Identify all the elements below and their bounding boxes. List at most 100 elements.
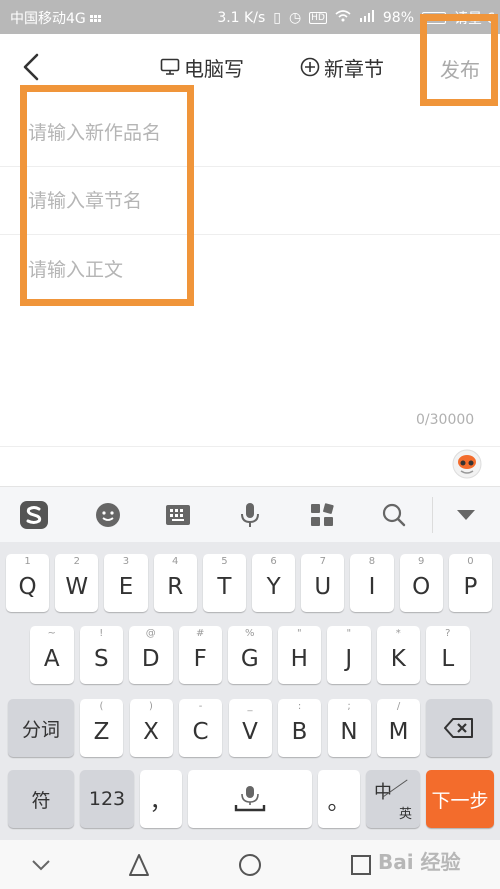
key-v[interactable]: _ V — [228, 699, 272, 757]
pc-write-button[interactable]: 电脑写 — [160, 54, 244, 81]
key-hint: / — [396, 701, 401, 712]
key-hint: 6 — [270, 556, 277, 567]
key-j[interactable]: " J — [327, 626, 371, 684]
key-hint: ) — [149, 701, 153, 712]
fenci-key[interactable]: 分词 — [8, 699, 74, 757]
back-triangle-icon[interactable] — [126, 852, 152, 878]
key-label: V — [242, 719, 258, 745]
collapse-keyboard-icon[interactable] — [450, 499, 482, 531]
sogou-logo-icon[interactable] — [18, 499, 50, 531]
key-hint: ? — [445, 628, 451, 639]
wifi-icon — [335, 10, 351, 26]
key-hint: 9 — [418, 556, 425, 567]
apps-grid-icon[interactable] — [306, 499, 338, 531]
highlight-box-publish — [420, 14, 498, 106]
key-r[interactable]: 4R — [153, 554, 197, 612]
key-e[interactable]: 3E — [104, 554, 148, 612]
key-label: G — [240, 646, 259, 672]
key-d[interactable]: @ D — [129, 626, 173, 684]
symbol-key[interactable]: 符 — [8, 770, 74, 828]
keyboard-toolbar — [0, 486, 500, 542]
key-label: P — [463, 574, 478, 600]
key-hint: " — [346, 628, 352, 639]
keyboard-switch-icon[interactable] — [162, 499, 194, 531]
language-switch-key[interactable]: 中 英 — [366, 770, 420, 828]
key-o[interactable]: 9O — [399, 554, 443, 612]
key-hint: 3 — [122, 556, 130, 567]
key-z[interactable]: (Z — [80, 699, 123, 757]
key-hint: 8 — [368, 556, 376, 567]
key-label: D — [141, 646, 160, 672]
space-mic-icon — [234, 786, 266, 812]
battery-percent: 98% — [382, 10, 414, 26]
chevron-left-icon — [23, 53, 39, 81]
key-label: J — [345, 646, 353, 672]
key-label: L — [441, 646, 455, 672]
key-q[interactable]: 1Q — [6, 554, 50, 612]
alarm-icon: ◷ — [288, 10, 302, 26]
hd-icon: HD — [309, 12, 327, 24]
recents-square-icon[interactable] — [348, 852, 374, 878]
key-label: S — [93, 646, 109, 672]
pc-write-label: 电脑写 — [184, 56, 244, 81]
backspace-key[interactable] — [426, 699, 492, 757]
key-label: Q — [18, 574, 37, 600]
key-hint: 4 — [172, 556, 179, 567]
next-step-key[interactable]: 下一步 — [426, 770, 494, 828]
key-s[interactable]: ! S — [79, 626, 123, 684]
hide-keyboard-icon[interactable] — [28, 852, 54, 878]
key-label: I — [368, 574, 376, 600]
key-b[interactable]: :B — [278, 699, 321, 757]
key-l[interactable]: ? L — [426, 626, 470, 684]
key-hint: 7 — [319, 556, 326, 567]
key-hint: 0 — [467, 556, 474, 567]
key-k[interactable]: * K — [376, 626, 420, 684]
space-key[interactable] — [188, 770, 312, 828]
key-x[interactable]: ) X — [129, 699, 173, 757]
key-label: A — [43, 646, 60, 672]
home-circle-icon[interactable] — [237, 852, 263, 878]
key-label: C — [192, 719, 209, 745]
key-w[interactable]: 2W — [55, 554, 99, 612]
divider — [0, 446, 500, 447]
number-key[interactable]: 123 — [80, 770, 134, 828]
key-m[interactable]: / M — [377, 699, 420, 757]
key-label: T — [217, 574, 232, 600]
key-label: B — [291, 719, 308, 745]
period-key[interactable]: 。 — [318, 770, 360, 828]
back-button[interactable] — [16, 50, 46, 84]
key-hint: ; — [347, 701, 351, 712]
new-chapter-label: 新章节 — [324, 56, 384, 81]
key-label: F — [193, 646, 207, 672]
key-u[interactable]: 7U — [301, 554, 345, 612]
new-chapter-button[interactable]: 新章节 — [300, 54, 384, 81]
key-hint: 5 — [221, 556, 228, 567]
key-c[interactable]: -C — [179, 699, 222, 757]
key-t[interactable]: 5T — [202, 554, 246, 612]
key-f[interactable]: # F — [178, 626, 222, 684]
key-label: E — [118, 574, 134, 600]
key-label: U — [314, 574, 332, 600]
search-icon[interactable] — [378, 499, 410, 531]
vibrate-icon: ▯ — [273, 10, 281, 26]
key-hint: # — [196, 628, 205, 639]
highlight-box-inputs — [20, 85, 194, 306]
key-g[interactable]: % G — [228, 626, 272, 684]
key-y[interactable]: 6Y — [252, 554, 296, 612]
key-hint: * — [395, 628, 401, 639]
key-hint: ( — [99, 701, 104, 712]
char-counter: 0/30000 — [416, 412, 475, 428]
microphone-icon[interactable] — [234, 499, 266, 531]
backspace-icon — [444, 718, 473, 738]
key-label: Y — [266, 574, 281, 600]
key-p[interactable]: 0P — [448, 554, 492, 612]
key-i[interactable]: 8I — [350, 554, 394, 612]
key-hint: _ — [247, 701, 253, 712]
mascot-icon[interactable] — [452, 449, 482, 479]
key-n[interactable]: ; N — [327, 699, 371, 757]
key-a[interactable]: ~ A — [30, 626, 74, 684]
emoji-icon[interactable] — [92, 499, 124, 531]
key-h[interactable]: " H — [277, 626, 321, 684]
key-hint: " — [296, 628, 302, 639]
comma-key[interactable]: ， — [140, 770, 182, 828]
